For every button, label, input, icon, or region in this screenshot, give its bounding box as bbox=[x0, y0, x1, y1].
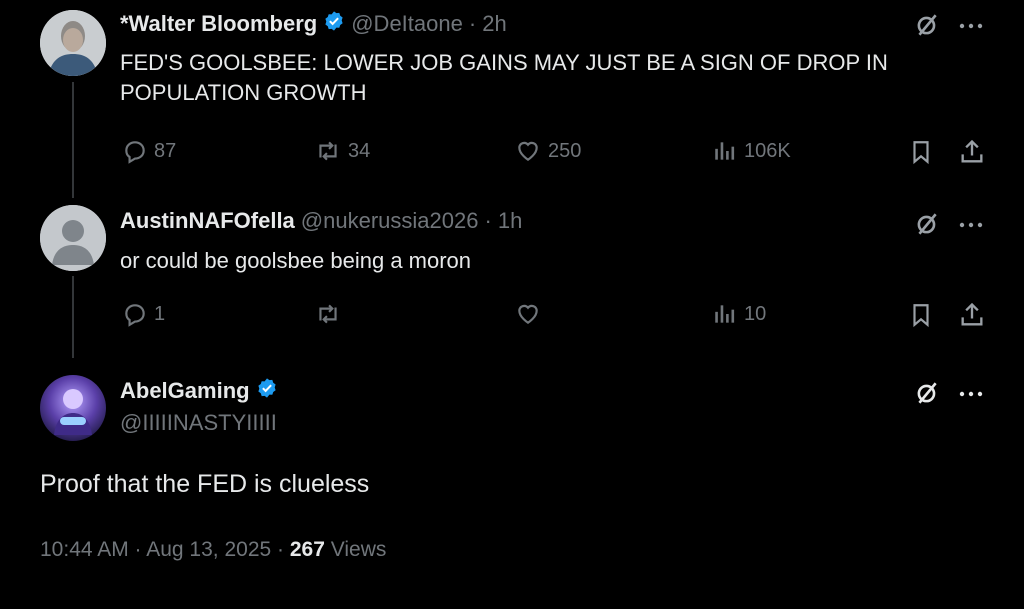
like-button[interactable] bbox=[514, 301, 548, 327]
reply-button[interactable]: 87 bbox=[122, 138, 176, 164]
views-button[interactable]: 106K bbox=[712, 138, 791, 164]
reply-count: 1 bbox=[154, 302, 166, 325]
tweet-text-line: FED'S GOOLSBEE: LOWER JOB GAINS MAY JUST… bbox=[120, 50, 888, 75]
tweet-header: AbelGaming bbox=[120, 377, 278, 404]
like-count: 250 bbox=[548, 139, 582, 162]
author-handle[interactable]: @IIIIINASTYIIIII bbox=[120, 410, 277, 436]
views-button[interactable]: 10 bbox=[712, 301, 766, 327]
grok-icon[interactable] bbox=[914, 380, 940, 411]
views-icon bbox=[715, 142, 735, 160]
views-count: 267 bbox=[289, 538, 325, 561]
heart-icon bbox=[518, 141, 538, 161]
tweet-text-line: POPULATION GROWTH bbox=[120, 80, 367, 105]
reply-button[interactable]: 1 bbox=[122, 301, 165, 327]
repost-button[interactable]: 34 bbox=[314, 138, 370, 164]
reply-count: 87 bbox=[154, 139, 177, 162]
timestamp[interactable]: · 2h bbox=[469, 11, 507, 37]
avatar[interactable] bbox=[40, 375, 106, 441]
avatar[interactable] bbox=[40, 205, 106, 271]
repost-count: 34 bbox=[348, 139, 371, 162]
reply-icon bbox=[125, 141, 145, 164]
tweet-text: Proof that the FED is clueless bbox=[40, 470, 370, 498]
grok-icon[interactable] bbox=[914, 12, 940, 43]
share-icon[interactable] bbox=[958, 301, 986, 334]
grok-icon[interactable] bbox=[914, 211, 940, 242]
bookmark-icon[interactable] bbox=[908, 301, 934, 334]
avatar[interactable] bbox=[40, 10, 106, 76]
tweet-text: FED'S GOOLSBEE: LOWER JOB GAINS MAY JUST… bbox=[120, 48, 1000, 108]
timestamp[interactable]: 10:44 AM · Aug 13, 2025 · bbox=[40, 538, 284, 561]
thread-line bbox=[72, 276, 74, 358]
repost-icon bbox=[319, 304, 337, 324]
author-handle[interactable]: @DeItaone bbox=[351, 11, 463, 37]
author-name[interactable]: AbelGaming bbox=[120, 378, 250, 404]
like-button[interactable]: 250 bbox=[514, 138, 581, 164]
tweet-text: or could be goolsbee being a moron bbox=[120, 246, 471, 276]
views-label: Views bbox=[330, 538, 387, 561]
views-count: 106K bbox=[744, 139, 791, 162]
more-icon[interactable] bbox=[958, 18, 984, 36]
timestamp[interactable]: · 1h bbox=[484, 208, 522, 234]
share-icon[interactable] bbox=[958, 138, 986, 171]
views-count: 10 bbox=[744, 302, 767, 325]
thread-line bbox=[72, 82, 74, 198]
author-name[interactable]: AustinNAFOfella bbox=[120, 208, 295, 234]
tweet-header: AustinNAFOfella @nukerussia2026 · 1h bbox=[120, 208, 522, 234]
more-icon[interactable] bbox=[958, 217, 984, 235]
tweet-meta: 10:44 AM · Aug 13, 2025 · 267 Views bbox=[40, 538, 386, 562]
more-icon[interactable] bbox=[958, 386, 984, 404]
tweet-text-line: or could be goolsbee being a moron bbox=[120, 248, 472, 273]
repost-icon bbox=[319, 141, 337, 161]
views-icon bbox=[715, 305, 735, 323]
bookmark-icon[interactable] bbox=[908, 138, 934, 171]
heart-icon bbox=[518, 304, 538, 324]
repost-button[interactable] bbox=[314, 301, 348, 327]
verified-badge-icon bbox=[323, 10, 345, 37]
author-handle[interactable]: @nukerussia2026 bbox=[301, 208, 479, 234]
author-name[interactable]: *Walter Bloomberg bbox=[120, 11, 317, 37]
verified-badge-icon bbox=[256, 377, 278, 404]
tweet-header: *Walter Bloomberg @DeItaone · 2h bbox=[120, 10, 507, 37]
reply-icon bbox=[125, 304, 145, 327]
